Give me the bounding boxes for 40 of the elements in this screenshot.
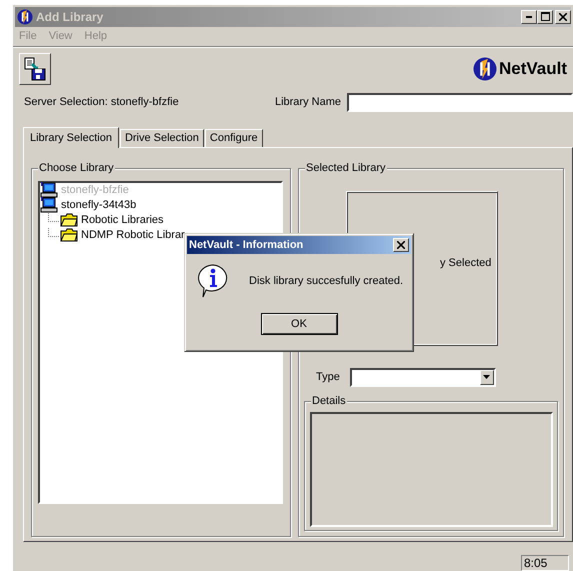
minimize-icon	[526, 16, 532, 18]
type-dropdown[interactable]	[350, 368, 496, 387]
maximize-button[interactable]	[537, 10, 553, 24]
tree-connector	[48, 228, 59, 237]
library-name-label: Library Name	[274, 96, 341, 108]
add-button[interactable]	[19, 52, 51, 85]
tab[interactable]: Library Selection	[23, 126, 119, 148]
logo-icon	[472, 56, 497, 81]
minimize-button[interactable]	[521, 10, 537, 24]
close-icon	[397, 241, 405, 249]
info-icon	[197, 264, 229, 298]
group-title: Selected Library	[305, 160, 386, 175]
computer-icon	[40, 197, 58, 214]
tree-item[interactable]: Robotic Libraries	[81, 214, 164, 226]
server-selection-label: Server Selection: stonefly-bfzfie	[24, 96, 179, 108]
dialog-title: NetVault - Information	[189, 239, 304, 251]
app-logo-icon	[17, 8, 33, 25]
tree-item[interactable]: NDMP Robotic Librar	[81, 229, 185, 242]
status-clock: 8:05	[521, 555, 569, 571]
dropdown-arrow-icon	[483, 375, 490, 380]
ok-button[interactable]: OK	[260, 313, 338, 335]
selection-message: y Selected	[440, 256, 492, 269]
dialog-message: Disk library succesfully created.	[249, 275, 404, 287]
library-name-field[interactable]	[347, 92, 573, 112]
close-icon	[559, 12, 567, 21]
tab[interactable]: Drive Selection	[120, 128, 204, 147]
folder-icon	[60, 213, 78, 228]
close-button[interactable]	[393, 238, 409, 252]
group-title: Choose Library	[38, 160, 115, 175]
computer-icon	[40, 182, 58, 198]
maximize-icon	[540, 12, 550, 22]
close-button[interactable]	[555, 10, 571, 24]
folder-icon	[60, 228, 78, 242]
document-floppy-icon	[23, 56, 47, 81]
logo-text: NetVault	[498, 58, 567, 79]
window-title: Add Library	[36, 10, 104, 24]
type-label: Type	[316, 371, 340, 384]
tab[interactable]: Configure	[204, 128, 263, 147]
tree-connector	[48, 212, 59, 222]
tree-item[interactable]: stonefly-34t43b	[61, 199, 136, 212]
